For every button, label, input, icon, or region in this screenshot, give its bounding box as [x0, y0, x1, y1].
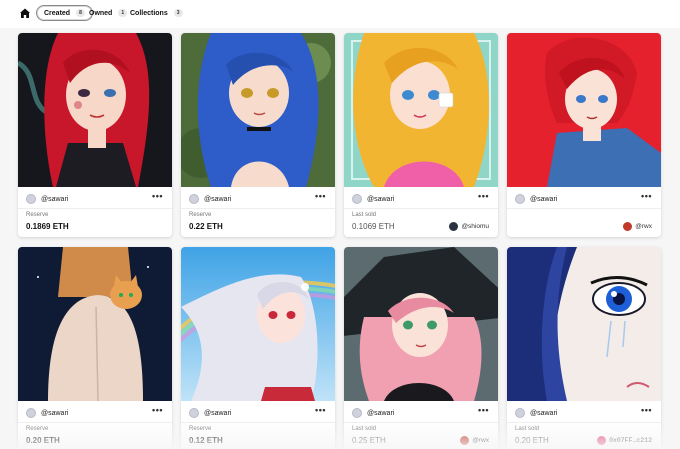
- status-label: Last sold: [352, 212, 377, 218]
- artwork-image[interactable]: [18, 33, 172, 187]
- owner-avatar: [623, 222, 633, 231]
- price-value: 0.25 ETH: [352, 436, 386, 445]
- owner-address: 0x07FF…c212: [609, 437, 652, 444]
- owner-avatar: [597, 436, 607, 445]
- artwork-image[interactable]: [507, 33, 661, 187]
- price-value: 0.22 ETH: [189, 222, 223, 231]
- price-value: 0.20 ETH: [26, 436, 60, 445]
- artwork-image[interactable]: [18, 247, 172, 401]
- artwork-card[interactable]: @sawari ••• Reserve 0.12 ETH: [181, 247, 335, 449]
- owner-handle: @rwx: [472, 437, 489, 444]
- artwork-card[interactable]: @sawari ••• @rwx: [507, 33, 661, 237]
- divider: [181, 422, 335, 423]
- creator-handle: @sawari: [41, 409, 69, 417]
- artwork-image[interactable]: [507, 247, 661, 401]
- artwork-card[interactable]: @sawari ••• Last sold 0.1069 ETH @shiomu: [344, 33, 498, 237]
- tab-collections[interactable]: Collections 3: [123, 5, 190, 21]
- artwork-image[interactable]: [344, 247, 498, 401]
- creator-avatar: [189, 408, 199, 418]
- creator-avatar: [26, 194, 36, 204]
- status-label: Last sold: [352, 426, 377, 432]
- creator-avatar: [26, 408, 36, 418]
- divider: [18, 208, 172, 209]
- creator-handle: @sawari: [41, 195, 69, 203]
- status-label: Reserve: [189, 212, 212, 218]
- creator-handle: @sawari: [367, 409, 395, 417]
- top-navigation: Created 8 Owned 1 Collections 3: [0, 0, 680, 28]
- price-value: 0.12 ETH: [189, 436, 223, 445]
- more-options-icon[interactable]: •••: [152, 192, 163, 201]
- creator-info[interactable]: @sawari: [515, 194, 557, 204]
- owner-avatar: [460, 436, 470, 445]
- status-label: Last sold: [515, 426, 540, 432]
- owner-info[interactable]: @rwx: [623, 222, 652, 231]
- tab-count-badge: 3: [173, 9, 183, 17]
- more-options-icon[interactable]: •••: [478, 406, 489, 415]
- more-options-icon[interactable]: •••: [315, 406, 326, 415]
- creator-avatar: [352, 194, 362, 204]
- creator-info[interactable]: @sawari: [26, 194, 68, 204]
- artwork-card[interactable]: @sawari ••• Last sold 0.20 ETH 0x07FF…c2…: [507, 247, 661, 449]
- creator-avatar: [515, 194, 525, 204]
- owner-info[interactable]: 0x07FF…c212: [597, 436, 652, 445]
- divider: [344, 208, 498, 209]
- owner-handle: @shiomu: [461, 223, 489, 230]
- creator-info[interactable]: @sawari: [352, 408, 394, 418]
- owner-info[interactable]: @shiomu: [449, 222, 489, 231]
- tab-label: Created: [44, 9, 71, 17]
- owner-avatar: [449, 222, 459, 231]
- status-label: Reserve: [26, 212, 49, 218]
- creator-avatar: [189, 194, 199, 204]
- artwork-card[interactable]: @sawari ••• Reserve 0.20 ETH: [18, 247, 172, 449]
- divider: [344, 422, 498, 423]
- creator-handle: @sawari: [204, 195, 232, 203]
- divider: [507, 208, 661, 209]
- more-options-icon[interactable]: •••: [641, 406, 652, 415]
- creator-handle: @sawari: [530, 195, 558, 203]
- creator-handle: @sawari: [367, 195, 395, 203]
- artwork-image[interactable]: [181, 33, 335, 187]
- more-options-icon[interactable]: •••: [641, 192, 652, 201]
- tab-label: Collections: [130, 9, 168, 17]
- divider: [18, 422, 172, 423]
- creator-info[interactable]: @sawari: [189, 194, 231, 204]
- creator-info[interactable]: @sawari: [189, 408, 231, 418]
- artwork-image[interactable]: [344, 33, 498, 187]
- creator-handle: @sawari: [204, 409, 232, 417]
- price-value: 0.1069 ETH: [352, 222, 395, 231]
- more-options-icon[interactable]: •••: [152, 406, 163, 415]
- artwork-card[interactable]: @sawari ••• Reserve 0.1869 ETH: [18, 33, 172, 237]
- owner-handle: @rwx: [635, 223, 652, 230]
- more-options-icon[interactable]: •••: [315, 192, 326, 201]
- divider: [507, 422, 661, 423]
- status-label: Reserve: [189, 426, 212, 432]
- creator-info[interactable]: @sawari: [515, 408, 557, 418]
- price-value: 0.1869 ETH: [26, 222, 69, 231]
- artwork-image[interactable]: [181, 247, 335, 401]
- status-label: Reserve: [26, 426, 49, 432]
- divider: [181, 208, 335, 209]
- owner-info[interactable]: @rwx: [460, 436, 489, 445]
- artwork-card[interactable]: @sawari ••• Last sold 0.25 ETH @rwx: [344, 247, 498, 449]
- creator-handle: @sawari: [530, 409, 558, 417]
- more-options-icon[interactable]: •••: [478, 192, 489, 201]
- home-icon[interactable]: [18, 6, 32, 20]
- creator-avatar: [515, 408, 525, 418]
- creator-info[interactable]: @sawari: [352, 194, 394, 204]
- tab-label: Owned: [89, 9, 113, 17]
- creator-avatar: [352, 408, 362, 418]
- price-value: 0.20 ETH: [515, 436, 549, 445]
- artwork-card[interactable]: @sawari ••• Reserve 0.22 ETH: [181, 33, 335, 237]
- creator-info[interactable]: @sawari: [26, 408, 68, 418]
